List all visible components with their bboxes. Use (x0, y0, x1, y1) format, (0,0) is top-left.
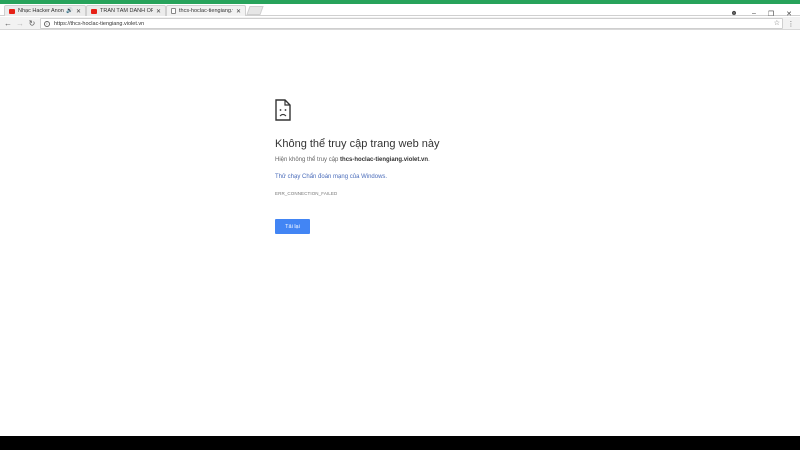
page-icon (171, 8, 176, 14)
forward-button[interactable]: → (15, 18, 25, 29)
youtube-icon (91, 8, 97, 14)
audio-icon[interactable]: 🔊 (66, 8, 73, 14)
tab-thcs-hoclac[interactable]: thcs-hoclac-tiengiang.vi ✕ (166, 5, 246, 16)
browser-toolbar: ← → ↻ i https://thcs-hoclac-tiengiang.vi… (0, 17, 800, 30)
error-page: Không thể truy cập trang web này Hiện kh… (0, 31, 800, 436)
diagnostics-link[interactable]: Thử chạy Chẩn đoán mạng của Windows. (275, 174, 387, 180)
address-bar[interactable]: i https://thcs-hoclac-tiengiang.violet.v… (40, 18, 783, 29)
sad-page-icon (275, 99, 291, 121)
error-host: thcs-hoclac-tiengiang.violet.vn (340, 157, 429, 163)
tab-strip: Nhạc Hacker Anonym 🔊 ✕ TRẦN TÂM DANH OFF… (0, 4, 800, 18)
tab-tran-tam-danh[interactable]: TRẦN TÂM DANH OFFIC ✕ (86, 5, 166, 16)
close-icon[interactable]: ✕ (156, 8, 161, 15)
back-button[interactable]: ← (3, 18, 13, 29)
bookmark-star-icon[interactable]: ☆ (774, 19, 780, 27)
error-code: ERR_CONNECTION_FAILED (275, 191, 338, 196)
info-icon[interactable]: i (44, 20, 50, 27)
menu-icon[interactable]: ⋮ (787, 18, 795, 29)
reload-button[interactable]: ↻ (27, 18, 37, 29)
url-text[interactable]: https://thcs-hoclac-tiengiang.violet.vn (54, 21, 144, 27)
close-icon[interactable]: ✕ (76, 8, 81, 15)
close-icon[interactable]: ✕ (236, 8, 241, 15)
new-tab-button[interactable] (246, 6, 264, 15)
error-message-prefix: Hiện không thể truy cập (275, 157, 341, 163)
taskbar (0, 436, 800, 450)
tab-title: TRẦN TÂM DANH OFFIC (100, 8, 153, 14)
tab-nhac-hacker[interactable]: Nhạc Hacker Anonym 🔊 ✕ (4, 5, 86, 16)
youtube-icon (9, 8, 15, 14)
error-message-suffix: . (428, 157, 430, 163)
error-message: Hiện không thể truy cập thcs-hoclac-tien… (275, 157, 430, 163)
tab-title: thcs-hoclac-tiengiang.vi (179, 8, 233, 14)
tab-title: Nhạc Hacker Anonym (18, 8, 64, 14)
reload-page-button[interactable]: Tải lại (275, 219, 310, 234)
error-title: Không thể truy cập trang web này (275, 138, 440, 150)
